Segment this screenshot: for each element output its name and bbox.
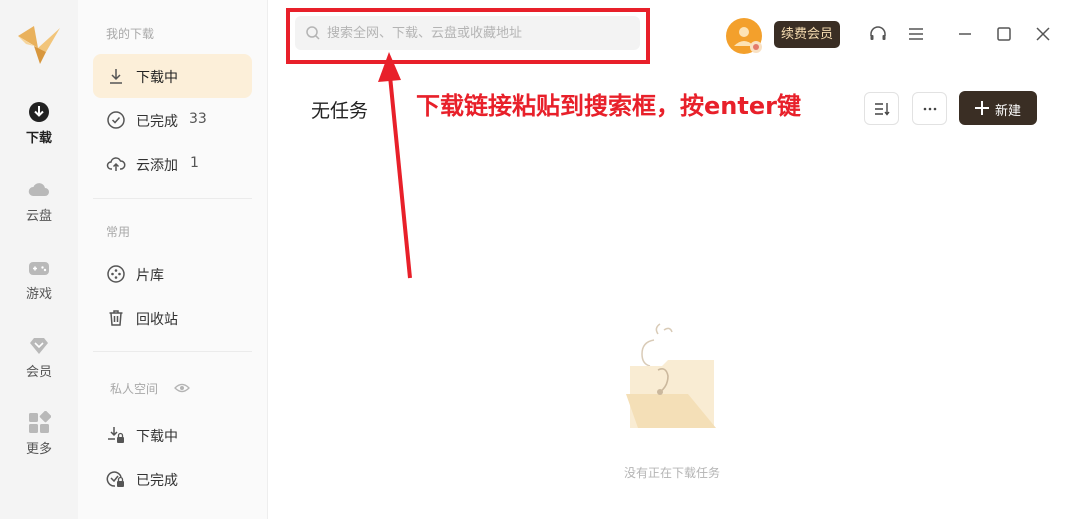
trash-icon [109, 310, 123, 326]
rail-item-more[interactable]: 更多 [0, 411, 78, 469]
cloud-upload-icon [106, 157, 126, 171]
sidebar-item-private-completed[interactable]: 已完成 [93, 457, 252, 501]
sidebar-item-label: 云添加 [136, 158, 178, 174]
rail-label: 会员 [25, 365, 52, 380]
rail-label: 云盘 [25, 209, 52, 224]
download-arrow-icon [110, 69, 122, 84]
minimize-icon[interactable] [955, 24, 975, 44]
rail-label: 游戏 [25, 287, 52, 302]
sidebar-divider [93, 351, 252, 352]
film-reel-icon [107, 265, 125, 283]
plus-icon [975, 101, 989, 115]
sidebar-item-library[interactable]: 片库 [93, 252, 252, 296]
rail-item-vip[interactable]: 会员 [0, 334, 78, 392]
page-title: 无任务 [311, 100, 369, 122]
sidebar-item-label: 下载中 [136, 70, 178, 86]
completed-count: 33 [189, 111, 207, 127]
sort-button[interactable] [864, 92, 899, 125]
section-title-private: 私人空间 [110, 382, 159, 396]
rail-label: 下载 [25, 131, 52, 146]
close-icon[interactable] [1033, 24, 1053, 44]
sidebar-item-label: 已完成 [136, 114, 178, 130]
menu-icon[interactable] [906, 24, 926, 44]
diamond-icon [30, 338, 48, 354]
download-sidebar: 我的下载 下载中 已完成 33 云添加 1 常用 片库 回收站 私人空间 下载中… [78, 0, 268, 519]
sidebar-divider [93, 198, 252, 199]
new-task-button[interactable]: 新建 [959, 91, 1037, 125]
rail-label: 更多 [25, 442, 52, 457]
maximize-icon[interactable] [994, 24, 1014, 44]
lock-download-icon [108, 427, 124, 443]
gamepad-icon [29, 262, 49, 275]
sidebar-item-downloading[interactable]: 下载中 [93, 54, 252, 98]
cloud-added-count: 1 [190, 155, 199, 171]
rail-item-cloud[interactable]: 云盘 [0, 178, 78, 236]
grid-icon [29, 411, 51, 433]
sidebar-item-label: 下载中 [136, 429, 178, 445]
more-dots-icon [923, 107, 937, 111]
section-title-my-downloads: 我的下载 [106, 27, 155, 41]
eye-icon[interactable] [174, 381, 190, 395]
more-options-button[interactable] [912, 92, 947, 125]
rail-item-games[interactable]: 游戏 [0, 256, 78, 314]
sidebar-item-recycle[interactable]: 回收站 [93, 296, 252, 340]
rail-item-download[interactable]: 下载 [0, 100, 78, 158]
nav-rail: 下载 云盘 游戏 会员 更多 [0, 0, 78, 519]
sidebar-item-private-downloading[interactable]: 下载中 [93, 413, 252, 457]
download-circle-icon [29, 102, 49, 122]
headset-icon[interactable] [868, 24, 888, 44]
cloud-icon [28, 183, 49, 196]
sidebar-item-label: 已完成 [136, 473, 178, 489]
lock-check-icon [106, 471, 124, 487]
empty-state-text: 没有正在下载任务 [623, 466, 720, 480]
sort-icon [875, 103, 890, 116]
annotation-arrow-icon [378, 52, 412, 279]
sidebar-item-label: 片库 [136, 268, 164, 284]
section-title-common: 常用 [106, 225, 131, 239]
sidebar-item-completed[interactable]: 已完成 33 [93, 98, 252, 142]
empty-state: 没有正在下载任务 [572, 0, 772, 519]
sidebar-item-cloud-added[interactable]: 云添加 1 [93, 142, 252, 186]
app-logo-icon [18, 26, 60, 64]
check-circle-icon [107, 111, 125, 129]
sidebar-item-label: 回收站 [136, 312, 178, 328]
new-task-label: 新建 [995, 104, 1022, 119]
renew-vip-button[interactable]: 续费会员 [774, 21, 840, 48]
